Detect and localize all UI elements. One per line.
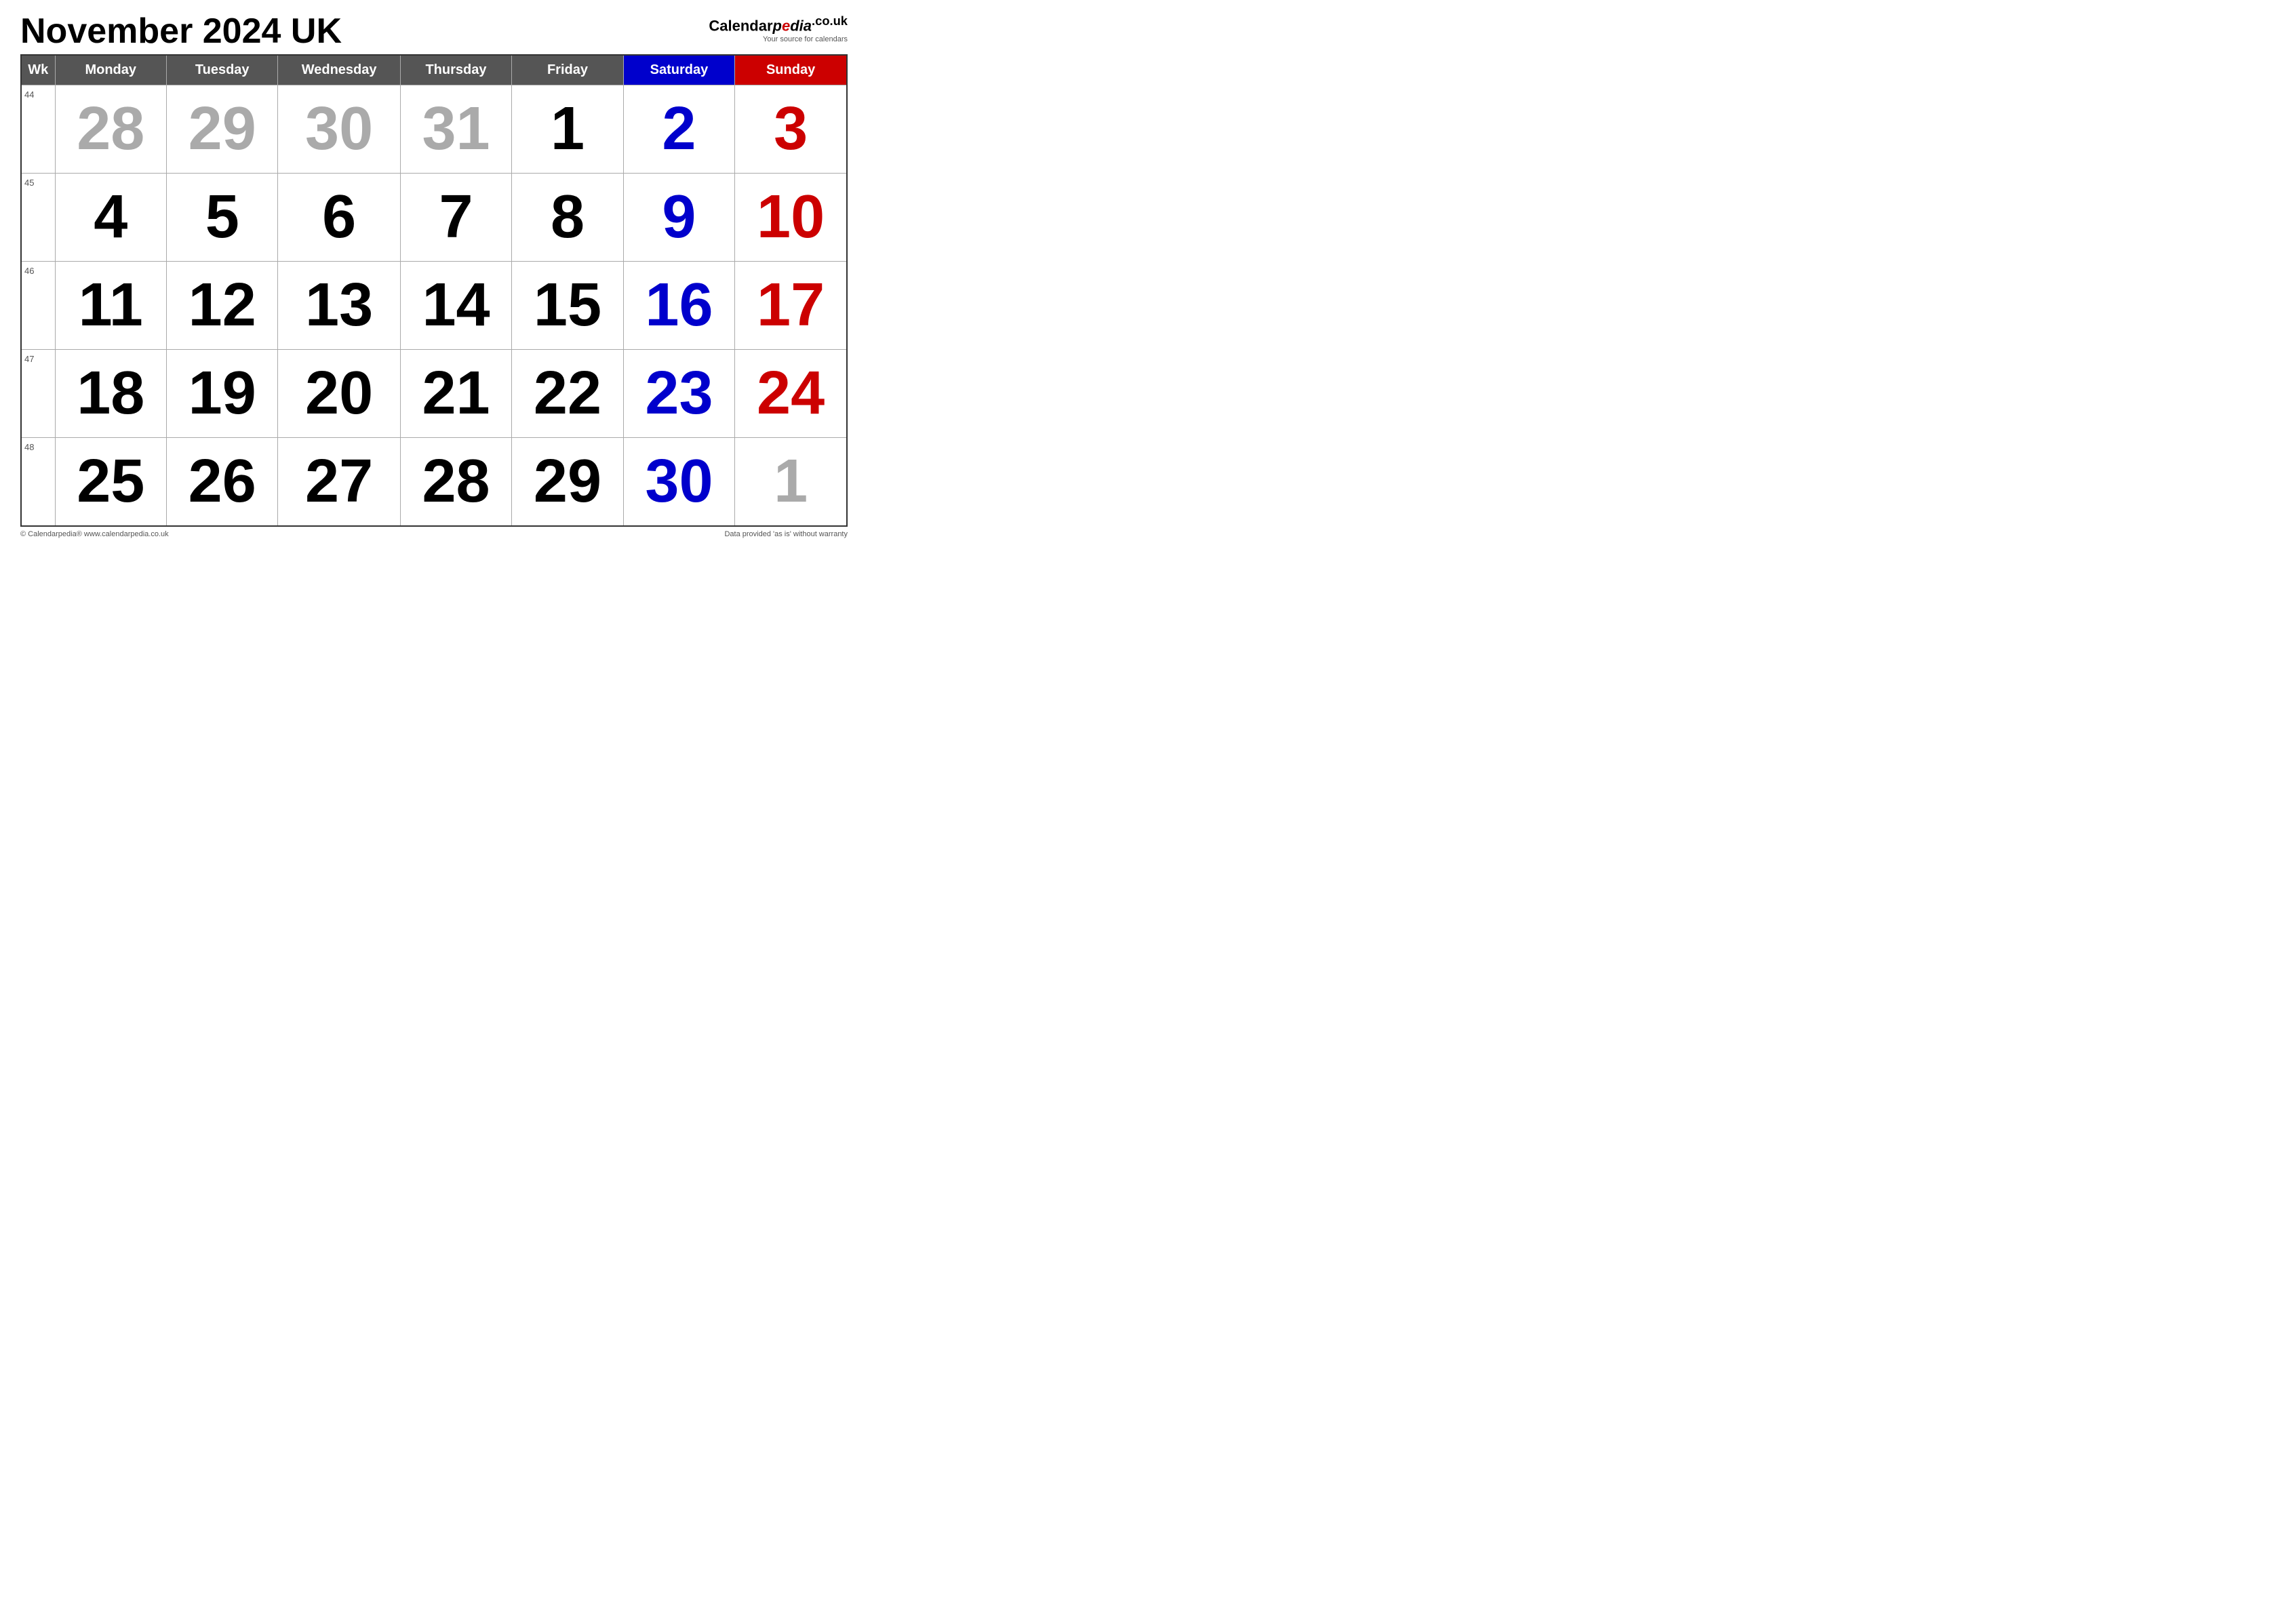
day-cell[interactable]: 19 (166, 350, 277, 438)
week-number: 44 (21, 85, 55, 174)
day-cell[interactable]: 2 (623, 85, 734, 174)
calendar-week-row: 482526272829301 (21, 438, 847, 526)
col-header-sunday: Sunday (735, 55, 847, 85)
day-cell[interactable]: 1 (512, 85, 623, 174)
col-header-wk: Wk (21, 55, 55, 85)
day-cell[interactable]: 5 (166, 174, 277, 262)
footer: © Calendarpedia® www.calendarpedia.co.uk… (20, 530, 848, 538)
page-header: November 2024 UK Calendarpedia.co.uk You… (20, 14, 848, 49)
calendar-header-row: Wk Monday Tuesday Wednesday Thursday Fri… (21, 55, 847, 85)
footer-copyright: © Calendarpedia® www.calendarpedia.co.uk (20, 530, 169, 538)
day-cell[interactable]: 23 (623, 350, 734, 438)
day-cell[interactable]: 18 (55, 350, 166, 438)
day-cell[interactable]: 6 (278, 174, 400, 262)
day-cell[interactable]: 7 (400, 174, 511, 262)
day-cell[interactable]: 22 (512, 350, 623, 438)
day-cell[interactable]: 12 (166, 262, 277, 350)
day-cell[interactable]: 29 (512, 438, 623, 526)
footer-disclaimer: Data provided 'as is' without warranty (724, 530, 848, 538)
week-number: 48 (21, 438, 55, 526)
week-number: 47 (21, 350, 55, 438)
day-cell[interactable]: 11 (55, 262, 166, 350)
week-number: 45 (21, 174, 55, 262)
day-cell[interactable]: 30 (278, 85, 400, 174)
day-cell[interactable]: 4 (55, 174, 166, 262)
calendar-table: Wk Monday Tuesday Wednesday Thursday Fri… (20, 54, 848, 527)
day-cell[interactable]: 1 (735, 438, 847, 526)
day-cell[interactable]: 9 (623, 174, 734, 262)
page-title: November 2024 UK (20, 14, 342, 49)
day-cell[interactable]: 16 (623, 262, 734, 350)
day-cell[interactable]: 30 (623, 438, 734, 526)
col-header-monday: Monday (55, 55, 166, 85)
day-cell[interactable]: 27 (278, 438, 400, 526)
col-header-tuesday: Tuesday (166, 55, 277, 85)
day-cell[interactable]: 14 (400, 262, 511, 350)
logo-suffix: .co.uk (812, 14, 848, 28)
col-header-wednesday: Wednesday (278, 55, 400, 85)
day-cell[interactable]: 28 (55, 85, 166, 174)
day-cell[interactable]: 26 (166, 438, 277, 526)
day-cell[interactable]: 31 (400, 85, 511, 174)
day-cell[interactable]: 10 (735, 174, 847, 262)
day-cell[interactable]: 24 (735, 350, 847, 438)
day-cell[interactable]: 17 (735, 262, 847, 350)
calendar-week-row: 4718192021222324 (21, 350, 847, 438)
logo-name: Calendarpedia.co.uk (709, 14, 848, 35)
logo-pedia: pedia (773, 17, 812, 34)
day-cell[interactable]: 8 (512, 174, 623, 262)
calendar-week-row: 4611121314151617 (21, 262, 847, 350)
day-cell[interactable]: 3 (735, 85, 847, 174)
week-number: 46 (21, 262, 55, 350)
day-cell[interactable]: 29 (166, 85, 277, 174)
logo-calendar: Calendar (709, 17, 772, 34)
day-cell[interactable]: 21 (400, 350, 511, 438)
col-header-thursday: Thursday (400, 55, 511, 85)
day-cell[interactable]: 15 (512, 262, 623, 350)
col-header-saturday: Saturday (623, 55, 734, 85)
calendar-week-row: 4545678910 (21, 174, 847, 262)
calendar-week-row: 4428293031123 (21, 85, 847, 174)
day-cell[interactable]: 13 (278, 262, 400, 350)
col-header-friday: Friday (512, 55, 623, 85)
day-cell[interactable]: 20 (278, 350, 400, 438)
day-cell[interactable]: 25 (55, 438, 166, 526)
day-cell[interactable]: 28 (400, 438, 511, 526)
logo: Calendarpedia.co.uk Your source for cale… (709, 14, 848, 44)
logo-tagline: Your source for calendars (709, 35, 848, 44)
calendar-body: 4428293031123454567891046111213141516174… (21, 85, 847, 526)
